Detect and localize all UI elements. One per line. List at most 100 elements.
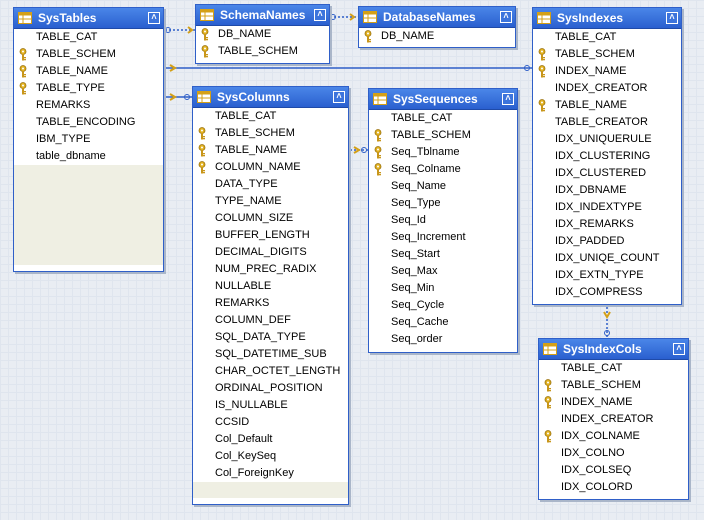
column-row[interactable]: TABLE_NAME (14, 63, 163, 80)
table-header[interactable]: SysTables ˄ (14, 8, 163, 29)
column-row[interactable]: TABLE_SCHEM (539, 377, 688, 394)
column-row[interactable]: TABLE_NAME (533, 97, 681, 114)
column-name: INDEX_CREATOR (555, 82, 648, 94)
column-row[interactable]: TABLE_CAT (533, 29, 681, 46)
column-row[interactable]: COLUMN_DEF (193, 312, 348, 329)
column-row[interactable]: TABLE_SCHEM (369, 127, 517, 144)
column-row[interactable]: IDX_CLUSTERING (533, 148, 681, 165)
column-name: Seq_Cycle (391, 299, 445, 311)
column-row[interactable]: Col_KeySeq (193, 448, 348, 465)
table-syscolumns[interactable]: SysColumns ˄ TABLE_CAT TABLE_SCHEM TABLE_NAM… (192, 86, 349, 505)
column-row[interactable]: IDX_COLNO (539, 445, 688, 462)
table-header[interactable]: SysSequences ˄ (369, 89, 517, 110)
collapse-chevron-icon[interactable]: ˄ (333, 91, 345, 103)
table-databasenames[interactable]: DatabaseNames ˄ DB_NAME (358, 6, 516, 48)
column-row[interactable]: BUFFER_LENGTH (193, 227, 348, 244)
column-row[interactable]: DB_NAME (196, 26, 329, 43)
collapse-chevron-icon[interactable]: ˄ (666, 12, 678, 24)
table-icon (537, 12, 551, 24)
column-row[interactable]: IDX_PADDED (533, 233, 681, 250)
column-row[interactable]: REMARKS (193, 295, 348, 312)
table-sysindexes[interactable]: SysIndexes ˄ TABLE_CAT TABLE_SCHEM INDEX_NAM… (532, 7, 682, 305)
column-row[interactable]: TABLE_ENCODING (14, 114, 163, 131)
column-row[interactable]: Seq_Start (369, 246, 517, 263)
table-schemanames[interactable]: SchemaNames ˄ DB_NAME TABLE_SCHEM (195, 4, 330, 64)
column-row[interactable]: COLUMN_NAME (193, 159, 348, 176)
collapse-chevron-icon[interactable]: ˄ (148, 12, 160, 24)
column-row[interactable]: IDX_COLSEQ (539, 462, 688, 479)
column-row[interactable]: IDX_COLORD (539, 479, 688, 496)
column-row[interactable]: DB_NAME (359, 28, 515, 45)
column-name: REMARKS (36, 99, 91, 111)
column-row[interactable]: Seq_Type (369, 195, 517, 212)
column-row[interactable]: Seq_order (369, 331, 517, 348)
column-row[interactable]: TABLE_SCHEM (196, 43, 329, 60)
column-row[interactable]: TABLE_CAT (539, 360, 688, 377)
column-row[interactable]: IDX_INDEXTYPE (533, 199, 681, 216)
column-row[interactable]: IS_NULLABLE (193, 397, 348, 414)
column-row[interactable]: TABLE_CREATOR (533, 114, 681, 131)
column-row[interactable]: DATA_TYPE (193, 176, 348, 193)
column-row[interactable]: Col_ForeignKey (193, 465, 348, 482)
column-row[interactable]: Seq_Name (369, 178, 517, 195)
table-header[interactable]: DatabaseNames ˄ (359, 7, 515, 28)
column-row[interactable]: TABLE_CAT (193, 108, 348, 125)
column-row[interactable]: Seq_Tblname (369, 144, 517, 161)
table-header[interactable]: SysIndexes ˄ (533, 8, 681, 29)
column-row[interactable]: DECIMAL_DIGITS (193, 244, 348, 261)
table-header[interactable]: SysColumns ˄ (193, 87, 348, 108)
column-row[interactable]: Seq_Min (369, 280, 517, 297)
column-row[interactable]: INDEX_CREATOR (539, 411, 688, 428)
column-row[interactable]: Seq_Max (369, 263, 517, 280)
column-row[interactable]: IDX_UNIQE_COUNT (533, 250, 681, 267)
key-icon (544, 430, 552, 443)
column-row[interactable]: REMARKS (14, 97, 163, 114)
column-row[interactable]: TABLE_NAME (193, 142, 348, 159)
table-header[interactable]: SchemaNames ˄ (196, 5, 329, 26)
table-systables[interactable]: SysTables ˄ TABLE_CAT TABLE_SCHEM TABLE_NAME… (13, 7, 164, 272)
column-row[interactable]: IDX_DBNAME (533, 182, 681, 199)
collapse-chevron-icon[interactable]: ˄ (502, 93, 514, 105)
column-row[interactable]: COLUMN_SIZE (193, 210, 348, 227)
collapse-chevron-icon[interactable]: ˄ (673, 343, 685, 355)
column-row[interactable]: TABLE_CAT (369, 110, 517, 127)
column-row[interactable]: TABLE_SCHEM (14, 46, 163, 63)
key-icon (201, 45, 209, 58)
column-name: Seq_Id (391, 214, 426, 226)
column-row[interactable]: TABLE_CAT (14, 29, 163, 46)
column-row[interactable]: Seq_Cycle (369, 297, 517, 314)
column-row[interactable]: Col_Default (193, 431, 348, 448)
collapse-chevron-icon[interactable]: ˄ (500, 11, 512, 23)
column-row[interactable]: TABLE_TYPE (14, 80, 163, 97)
column-row[interactable]: INDEX_CREATOR (533, 80, 681, 97)
column-row[interactable]: IDX_EXTN_TYPE (533, 267, 681, 284)
column-row[interactable]: NUM_PREC_RADIX (193, 261, 348, 278)
column-row[interactable]: Seq_Colname (369, 161, 517, 178)
column-row[interactable]: IDX_CLUSTERED (533, 165, 681, 182)
column-row[interactable]: IDX_COLNAME (539, 428, 688, 445)
column-row[interactable]: Seq_Cache (369, 314, 517, 331)
column-row[interactable]: ORDINAL_POSITION (193, 380, 348, 397)
table-header[interactable]: SysIndexCols ˄ (539, 339, 688, 360)
column-row[interactable]: IBM_TYPE (14, 131, 163, 148)
column-row[interactable]: Seq_Increment (369, 229, 517, 246)
column-row[interactable]: IDX_UNIQUERULE (533, 131, 681, 148)
column-row[interactable]: CCSID (193, 414, 348, 431)
table-syssequences[interactable]: SysSequences ˄ TABLE_CAT TABLE_SCHEM Seq_Tbl… (368, 88, 518, 353)
column-row[interactable]: NULLABLE (193, 278, 348, 295)
column-list: TABLE_CAT TABLE_SCHEM TABLE_NAME TABLE_TYPE… (14, 29, 163, 165)
column-row[interactable]: INDEX_NAME (533, 63, 681, 80)
column-row[interactable]: TABLE_SCHEM (533, 46, 681, 63)
column-row[interactable]: INDEX_NAME (539, 394, 688, 411)
column-row[interactable]: Seq_Id (369, 212, 517, 229)
column-row[interactable]: TABLE_SCHEM (193, 125, 348, 142)
collapse-chevron-icon[interactable]: ˄ (314, 9, 326, 21)
column-row[interactable]: SQL_DATETIME_SUB (193, 346, 348, 363)
column-row[interactable]: CHAR_OCTET_LENGTH (193, 363, 348, 380)
column-row[interactable]: IDX_COMPRESS (533, 284, 681, 301)
column-row[interactable]: SQL_DATA_TYPE (193, 329, 348, 346)
column-row[interactable]: IDX_REMARKS (533, 216, 681, 233)
table-sysindexcols[interactable]: SysIndexCols ˄ TABLE_CAT TABLE_SCHEM INDEX_N… (538, 338, 689, 500)
column-row[interactable]: table_dbname (14, 148, 163, 165)
column-row[interactable]: TYPE_NAME (193, 193, 348, 210)
